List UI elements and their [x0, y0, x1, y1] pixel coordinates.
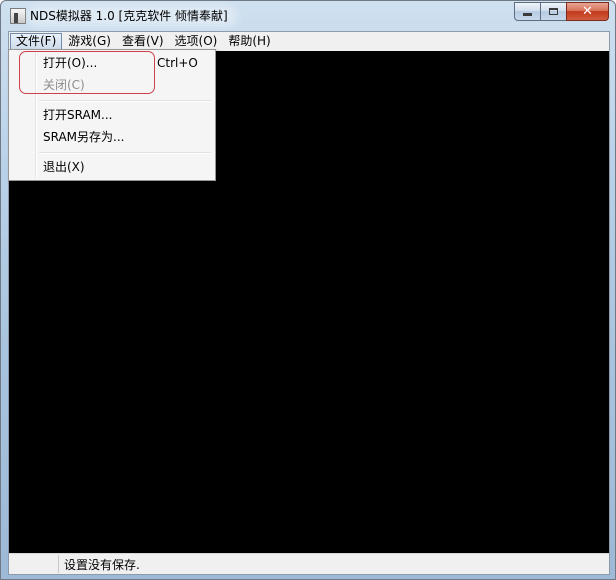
minimize-button[interactable] [514, 2, 540, 21]
menu-item-open-sram[interactable]: 打开SRAM... [11, 104, 213, 126]
menu-view[interactable]: 查看(V) [117, 33, 169, 50]
menu-item-save-sram-as[interactable]: SRAM另存为... [11, 126, 213, 148]
menu-item-shortcut: Ctrl+O [157, 56, 198, 70]
minimize-icon [523, 13, 532, 16]
menu-item-label: 关闭(C) [43, 78, 85, 92]
menu-game[interactable]: 游戏(G) [63, 33, 116, 50]
title-bar[interactable]: NDS模拟器 1.0 [克克软件 倾情奉献] ✕ [1, 1, 615, 31]
maximize-button[interactable] [540, 2, 566, 21]
status-bar: 设置没有保存. [9, 553, 609, 574]
menu-item-exit[interactable]: 退出(X) [11, 156, 213, 178]
menu-separator [39, 152, 211, 154]
menu-file[interactable]: 文件(F) [10, 33, 63, 50]
menu-item-close: 关闭(C) [11, 74, 213, 96]
menu-separator [39, 100, 211, 102]
app-icon[interactable] [10, 8, 26, 24]
caption-buttons: ✕ [514, 2, 609, 22]
menu-item-label: 打开(O)... [43, 56, 98, 70]
window-title: NDS模拟器 1.0 [克克软件 倾情奉献] [30, 9, 228, 23]
close-button[interactable]: ✕ [566, 2, 609, 21]
file-menu-dropdown: 打开(O)... Ctrl+O 关闭(C) 打开SRAM... SRAM另存为.… [8, 49, 216, 181]
maximize-icon [549, 8, 558, 15]
menu-options[interactable]: 选项(O) [170, 33, 223, 50]
menu-help[interactable]: 帮助(H) [223, 33, 275, 50]
menu-item-label: 打开SRAM... [43, 108, 113, 122]
status-text: 设置没有保存. [64, 558, 140, 572]
status-pane-left [9, 555, 59, 573]
menu-item-label: SRAM另存为... [43, 130, 125, 144]
menu-item-label: 退出(X) [43, 160, 85, 174]
close-icon: ✕ [582, 4, 593, 19]
menu-item-open[interactable]: 打开(O)... Ctrl+O [11, 52, 213, 74]
